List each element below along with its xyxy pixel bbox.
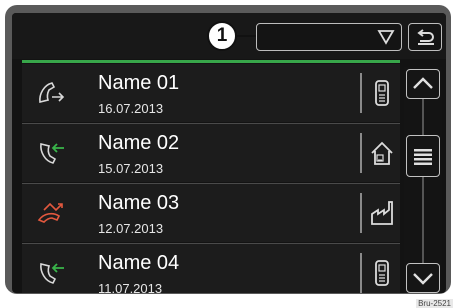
- call-date: 12.07.2013: [98, 221, 164, 236]
- incoming-call-icon: [40, 143, 64, 164]
- call-list-item[interactable]: Name 02 15.07.2013: [22, 124, 400, 182]
- scroll-track: [422, 99, 424, 135]
- contact-name: Name 01: [98, 72, 180, 94]
- header-divider: [22, 60, 400, 63]
- mobile-phone-icon[interactable]: [368, 256, 396, 290]
- scroll-track: [422, 177, 424, 263]
- chevron-up-icon: [413, 77, 433, 89]
- contact-name: Name 04: [98, 252, 180, 274]
- incoming-call-icon: [40, 263, 64, 284]
- mobile-phone-icon[interactable]: [368, 76, 396, 110]
- call-date: 15.07.2013: [98, 161, 164, 176]
- chevron-down-icon: [413, 273, 433, 285]
- row-divider: [360, 253, 362, 293]
- row-divider: [360, 193, 362, 233]
- list-view-button[interactable]: [406, 135, 440, 177]
- call-list-filter-dropdown[interactable]: [256, 23, 402, 51]
- call-list-item[interactable]: Name 03 12.07.2013: [22, 184, 400, 242]
- contact-name: Name 03: [98, 192, 180, 214]
- row-divider: [360, 133, 362, 173]
- work-building-icon[interactable]: [368, 196, 396, 230]
- chevron-down-icon: [377, 30, 395, 45]
- back-button[interactable]: [408, 23, 442, 51]
- callout-line: [236, 35, 258, 37]
- home-icon[interactable]: [368, 136, 396, 170]
- row-divider: [360, 73, 362, 113]
- scroll-up-button[interactable]: [406, 69, 440, 99]
- image-reference-code: Bru-2521: [416, 299, 453, 308]
- back-arrow-icon: [417, 29, 434, 45]
- call-date: 16.07.2013: [98, 101, 164, 116]
- outgoing-call-icon: [39, 82, 65, 103]
- list-icon: [414, 149, 432, 165]
- callout-marker: 1: [207, 21, 237, 51]
- missed-call-icon: [37, 202, 63, 223]
- call-date: 11.07.2013: [98, 281, 163, 293]
- scroll-down-button[interactable]: [406, 263, 440, 293]
- call-list-item[interactable]: Name 04 11.07.2013: [22, 244, 400, 293]
- call-list-item[interactable]: Name 01 16.07.2013: [22, 64, 400, 122]
- contact-name: Name 02: [98, 132, 180, 154]
- phone-screen: 1 Name 01 16.07.2013 Name 02 15.07.2013 …: [12, 13, 446, 293]
